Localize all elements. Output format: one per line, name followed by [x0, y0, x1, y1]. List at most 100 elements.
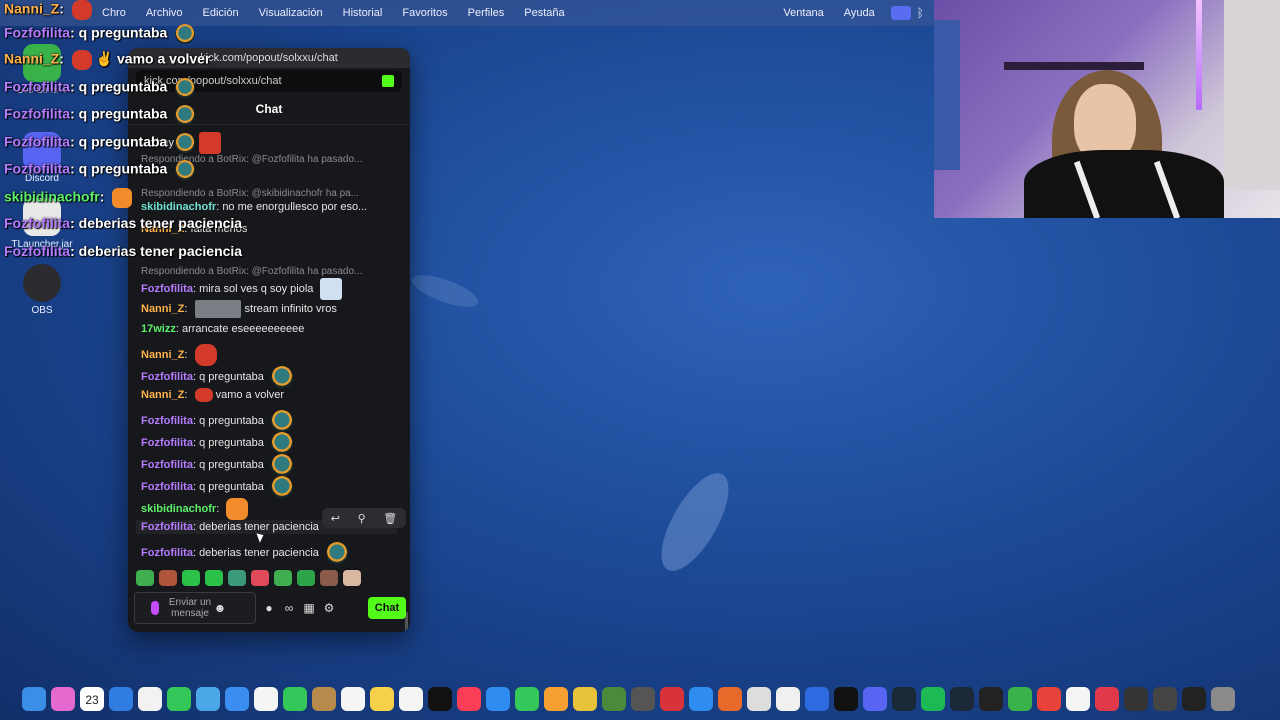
chat-message[interactable]: Fozfofilita: q preguntaba	[141, 366, 293, 388]
microphone-icon[interactable]	[151, 601, 159, 615]
photobooth-icon[interactable]	[660, 687, 684, 711]
emote-icon[interactable]	[274, 570, 292, 586]
chat-username[interactable]: 17wizz	[141, 323, 176, 335]
bluetooth-icon[interactable]: ᛒ	[917, 6, 924, 20]
chat-message[interactable]: Nanni_Z: stream infinito vros	[141, 300, 337, 318]
chat-username[interactable]: skibidinachofr	[141, 503, 216, 515]
emote-icon[interactable]	[297, 570, 315, 586]
menu-chrome[interactable]: Chro	[92, 7, 136, 19]
gear-icon[interactable]: ⚙	[322, 601, 336, 615]
contacts-icon[interactable]	[312, 687, 336, 711]
maps-icon[interactable]	[196, 687, 220, 711]
send-chat-button[interactable]: Chat	[368, 597, 406, 619]
appstore-icon[interactable]	[689, 687, 713, 711]
emote-icon[interactable]	[182, 570, 200, 586]
chat-username[interactable]: Fozfofilita	[141, 415, 193, 427]
reply-context[interactable]: Respondiendo a BotRix: @Fozfofilita ha p…	[141, 266, 362, 277]
console-icon[interactable]	[1182, 687, 1206, 711]
pin-icon[interactable]: ⚲	[358, 512, 366, 525]
chat-message[interactable]: Fozfofilita: deberias tener paciencia	[141, 542, 348, 564]
menu-edicion[interactable]: Edición	[193, 7, 249, 19]
calendar-icon[interactable]: 23	[80, 687, 104, 711]
freeform-icon[interactable]	[399, 687, 423, 711]
discord-dock-icon[interactable]	[863, 687, 887, 711]
numbers-icon[interactable]	[515, 687, 539, 711]
photos-icon[interactable]	[254, 687, 278, 711]
menu-historial[interactable]: Historial	[333, 7, 393, 19]
emote-icon[interactable]	[136, 570, 154, 586]
utility-icon[interactable]	[631, 687, 655, 711]
window-icon[interactable]	[1153, 687, 1177, 711]
vscode-icon[interactable]	[805, 687, 829, 711]
chat-message[interactable]: Fozfofilita: q preguntaba	[141, 432, 293, 454]
menu-favoritos[interactable]: Favoritos	[392, 7, 457, 19]
emote-icon[interactable]	[205, 570, 223, 586]
menu-ventana[interactable]: Ventana	[773, 7, 833, 19]
keynote-icon[interactable]	[486, 687, 510, 711]
chat-username[interactable]: Fozfofilita	[141, 371, 193, 383]
chat-message[interactable]: skibidinachofr: no me enorgullesco por e…	[141, 200, 367, 214]
chat-message[interactable]: 17wizz: arrancate eseeeeeeeeee	[141, 322, 304, 336]
pdf-icon[interactable]	[1095, 687, 1119, 711]
safari-icon[interactable]	[109, 687, 133, 711]
chat-username[interactable]: Nanni_Z	[141, 349, 184, 361]
recent-emotes-bar[interactable]	[136, 570, 361, 586]
store-icon[interactable]: ▦	[302, 601, 316, 615]
chat-username[interactable]: Fozfofilita	[141, 459, 193, 471]
appletv-icon[interactable]	[428, 687, 452, 711]
chat-message[interactable]: skibidinachofr:	[141, 498, 249, 520]
chat-message-list[interactable]: ...: hay lag Respondiendo a BotRix: @Foz…	[128, 124, 410, 632]
reminders-icon[interactable]	[341, 687, 365, 711]
chat-message-input[interactable]: Enviar un mensaje ☻	[134, 592, 256, 624]
launchpad-icon[interactable]	[51, 687, 75, 711]
pages-icon[interactable]	[544, 687, 568, 711]
document-icon[interactable]	[1066, 687, 1090, 711]
messages-icon[interactable]	[167, 687, 191, 711]
reply-icon[interactable]: ↩	[331, 512, 340, 525]
spotify-icon[interactable]	[921, 687, 945, 711]
emote-icon[interactable]	[343, 570, 361, 586]
infinity-icon[interactable]: ∞	[282, 601, 296, 615]
settings-icon[interactable]	[747, 687, 771, 711]
emote-icon[interactable]	[159, 570, 177, 586]
minecraft-icon[interactable]	[602, 687, 626, 711]
reply-context[interactable]: Respondiendo a BotRix: @skibidinachofr h…	[141, 188, 359, 199]
finder-icon[interactable]	[22, 687, 46, 711]
chat-username[interactable]: Fozfofilita	[141, 283, 193, 295]
firefox-icon[interactable]	[718, 687, 742, 711]
chat-username[interactable]: Fozfofilita	[141, 547, 193, 559]
points-icon[interactable]: ●	[262, 601, 276, 615]
music-icon[interactable]	[457, 687, 481, 711]
menu-pestana[interactable]: Pestaña	[514, 7, 574, 19]
emote-icon[interactable]	[320, 570, 338, 586]
terminal-icon[interactable]	[1124, 687, 1148, 711]
obs-dock-icon[interactable]	[979, 687, 1003, 711]
notes-icon[interactable]	[370, 687, 394, 711]
chat-message[interactable]: Nanni_Z:	[141, 344, 217, 366]
game-icon[interactable]	[573, 687, 597, 711]
desktop-icon-obs[interactable]: OBS	[10, 264, 74, 316]
chat-message[interactable]: Fozfofilita: q preguntaba	[141, 476, 293, 498]
screen-mirror-icon[interactable]	[890, 6, 911, 20]
chat-message[interactable]: Nanni_Z: vamo a volver	[141, 388, 284, 403]
delete-icon[interactable]: 🗑	[383, 512, 397, 525]
steam-alt-icon[interactable]	[950, 687, 974, 711]
chat-username[interactable]: Fozfofilita	[141, 437, 193, 449]
trash-icon[interactable]	[1211, 687, 1235, 711]
menu-visualizacion[interactable]: Visualización	[249, 7, 333, 19]
menu-archivo[interactable]: Archivo	[136, 7, 193, 19]
facetime-icon[interactable]	[283, 687, 307, 711]
chat-message[interactable]: Fozfofilita: q preguntaba	[141, 454, 293, 476]
kick-icon[interactable]	[834, 687, 858, 711]
steam-icon[interactable]	[892, 687, 916, 711]
script-icon[interactable]	[776, 687, 800, 711]
chrome-icon[interactable]	[138, 687, 162, 711]
menu-perfiles[interactable]: Perfiles	[458, 7, 515, 19]
sims-dock-icon[interactable]	[1008, 687, 1032, 711]
chat-message[interactable]: Fozfofilita: q preguntaba	[141, 410, 293, 432]
ea-icon[interactable]	[1037, 687, 1061, 711]
chat-username[interactable]: Fozfofilita	[141, 481, 193, 493]
emote-picker-icon[interactable]: ☻	[213, 601, 227, 615]
menu-ayuda[interactable]: Ayuda	[834, 7, 885, 19]
chat-username[interactable]: Nanni_Z	[141, 303, 184, 315]
